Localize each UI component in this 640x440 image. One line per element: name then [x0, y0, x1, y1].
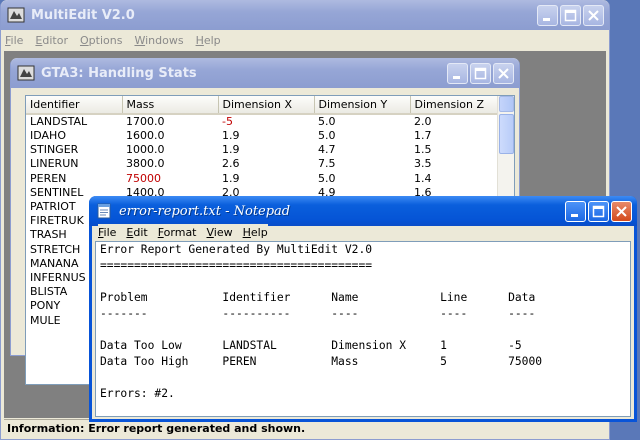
table-cell[interactable]: 1600.0	[122, 129, 218, 143]
main-maximize-button[interactable]	[560, 5, 581, 26]
menu-editor[interactable]: Editor	[35, 34, 68, 47]
main-minimize-button[interactable]	[537, 5, 558, 26]
minimize-icon	[571, 214, 578, 217]
notepad-menu-view[interactable]: View	[207, 226, 233, 239]
table-cell[interactable]: 1.9	[218, 143, 314, 157]
table-row[interactable]: PEREN 75000 1.9 5.0 1.4	[26, 172, 500, 186]
notepad-menu-edit[interactable]: Edit	[126, 226, 147, 239]
notepad-menubar: File Edit Format View Help	[98, 224, 268, 240]
table-cell[interactable]: PEREN	[26, 172, 122, 186]
table-header-row: Identifier Mass Dimension X Dimension Y Dime…	[26, 96, 501, 115]
table-cell[interactable]: 1000.0	[122, 143, 218, 157]
main-menubar: File Editor Options Windows Help	[5, 31, 605, 49]
table-cell[interactable]: 4.7	[314, 143, 410, 157]
table-cell[interactable]: LANDSTAL	[26, 114, 122, 129]
notepad-text-area[interactable]: Error Report Generated By MultiEdit V2.0…	[95, 241, 631, 417]
table-cell[interactable]: 1700.0	[122, 114, 218, 129]
table-row[interactable]: LINERUN 3800.0 2.6 7.5 3.5	[26, 157, 500, 171]
column-header[interactable]: Mass	[122, 96, 219, 115]
table-cell[interactable]: 5.0	[314, 129, 410, 143]
notepad-titlebar[interactable]: error-report.txt - Notepad	[89, 196, 637, 226]
table-cell[interactable]: LINERUN	[26, 157, 122, 171]
table-cell[interactable]: STINGER	[26, 143, 122, 157]
table-cell[interactable]: 3.5	[410, 157, 500, 171]
table-cell[interactable]: 2.6	[218, 157, 314, 171]
table-cell[interactable]: 5.0	[314, 172, 410, 186]
menu-file[interactable]: File	[5, 34, 23, 47]
menu-help[interactable]: Help	[196, 34, 221, 47]
table-cell[interactable]: 3800.0	[122, 157, 218, 171]
table-cell[interactable]: 1.9	[218, 129, 314, 143]
close-icon	[588, 10, 599, 21]
maximize-icon	[474, 67, 487, 80]
main-titlebar[interactable]: MultiEdit V2.0	[1, 0, 609, 30]
table-cell[interactable]: 1.9	[218, 172, 314, 186]
notepad-window-title: error-report.txt - Notepad	[119, 203, 291, 219]
multiedit-app-icon	[17, 65, 35, 81]
column-header[interactable]: Dimension Y	[314, 96, 411, 115]
table-cell[interactable]: 75000	[122, 172, 218, 186]
notepad-minimize-button[interactable]	[565, 201, 586, 222]
handling-maximize-button[interactable]	[470, 63, 491, 84]
column-header[interactable]: Dimension X	[218, 96, 315, 115]
column-header[interactable]: Identifier	[26, 96, 123, 115]
notepad-menu-file[interactable]: File	[98, 226, 116, 239]
table-row[interactable]: IDAHO 1600.0 1.9 5.0 1.7	[26, 129, 500, 143]
handling-titlebar[interactable]: GTA3: Handling Stats	[11, 58, 519, 88]
main-window-title: MultiEdit V2.0	[31, 7, 135, 23]
table-cell[interactable]: IDAHO	[26, 129, 122, 143]
minimize-icon	[453, 76, 460, 79]
notepad-window: error-report.txt - Notepad File Edit For…	[89, 196, 637, 422]
minimize-icon	[543, 18, 550, 21]
table-row[interactable]: LANDSTAL 1700.0 -5 5.0 2.0	[26, 114, 500, 129]
notepad-close-button[interactable]	[611, 201, 632, 222]
scroll-thumb[interactable]	[499, 114, 514, 154]
menu-options[interactable]: Options	[80, 34, 122, 47]
multiedit-app-icon	[7, 7, 25, 23]
table-cell[interactable]: 2.0	[410, 114, 500, 129]
notepad-menu-help[interactable]: Help	[243, 226, 268, 239]
table-cell[interactable]: 7.5	[314, 157, 410, 171]
handling-close-button[interactable]	[493, 63, 514, 84]
scroll-up-button[interactable]	[499, 96, 514, 112]
notepad-maximize-button[interactable]	[588, 201, 609, 222]
close-icon	[498, 68, 509, 79]
table-cell[interactable]: 1.7	[410, 129, 500, 143]
table-cell[interactable]: 1.4	[410, 172, 500, 186]
notepad-menu-format[interactable]: Format	[158, 226, 197, 239]
menu-windows[interactable]: Windows	[134, 34, 183, 47]
handling-minimize-button[interactable]	[447, 63, 468, 84]
column-header[interactable]: Dimension Z	[410, 96, 501, 115]
notepad-icon	[97, 203, 111, 219]
error-report-text: Error Report Generated By MultiEdit V2.0…	[100, 243, 543, 400]
handling-window-title: GTA3: Handling Stats	[41, 65, 197, 81]
table-cell[interactable]: 5.0	[314, 114, 410, 129]
maximize-icon	[564, 9, 577, 22]
close-icon	[616, 206, 627, 217]
table-row[interactable]: STINGER 1000.0 1.9 4.7 1.5	[26, 143, 500, 157]
table-cell[interactable]: -5	[218, 114, 314, 129]
maximize-icon	[592, 205, 605, 218]
table-cell[interactable]: 1.5	[410, 143, 500, 157]
main-close-button[interactable]	[583, 5, 604, 26]
